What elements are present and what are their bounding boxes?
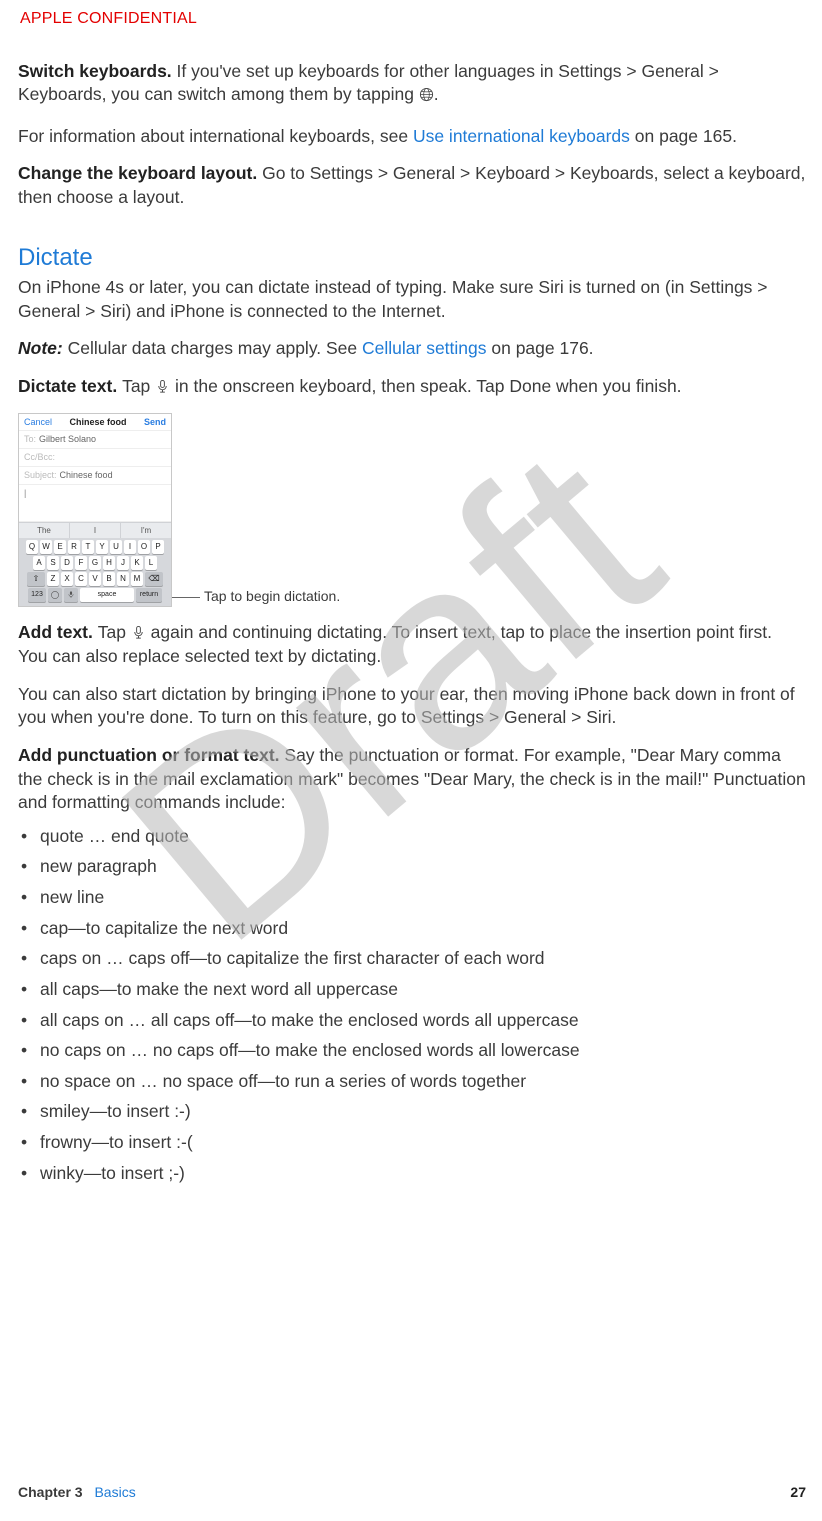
to-value: Gilbert Solano: [39, 434, 96, 444]
body-text: For information about international keyb…: [18, 126, 413, 146]
body-text: on page 165.: [630, 126, 737, 146]
key: L: [145, 556, 157, 570]
callout-text: Tap to begin dictation.: [204, 587, 340, 606]
text-cursor: |: [24, 488, 26, 498]
key: O: [138, 540, 150, 554]
bold-lead: Dictate text.: [18, 376, 122, 396]
key: M: [131, 572, 143, 586]
key: C: [75, 572, 87, 586]
paragraph-add-text: Add text. Tap again and continuing dicta…: [18, 621, 806, 668]
list-item: smiley—to insert :-): [18, 1100, 806, 1124]
body-text: .: [434, 84, 439, 104]
bold-lead: Change the keyboard layout.: [18, 163, 262, 183]
list-item: all caps on … all caps off—to make the e…: [18, 1009, 806, 1033]
list-item: cap—to capitalize the next word: [18, 917, 806, 941]
section-heading-dictate: Dictate: [18, 242, 806, 274]
paragraph-intl-keyboards: For information about international keyb…: [18, 125, 806, 149]
body-text: in the onscreen keyboard, then speak. Ta…: [170, 376, 681, 396]
list-item: quote … end quote: [18, 825, 806, 849]
globe-key: [48, 588, 62, 602]
suggestion: I'm: [121, 523, 171, 539]
paragraph-change-layout: Change the keyboard layout. Go to Settin…: [18, 162, 806, 209]
note-label: Note:: [18, 338, 68, 358]
list-item: no space on … no space off—to run a seri…: [18, 1070, 806, 1094]
body-text: Cellular data charges may apply. See: [68, 338, 362, 358]
list-item: all caps—to make the next word all upper…: [18, 978, 806, 1002]
key: Q: [26, 540, 38, 554]
iphone-screenshot: Cancel Chinese food Send To:Gilbert Sola…: [18, 413, 172, 608]
chapter-title: Basics: [94, 1484, 135, 1500]
numeric-key: 123: [28, 588, 46, 602]
paragraph-punctuation: Add punctuation or format text. Say the …: [18, 744, 806, 815]
link-international-keyboards[interactable]: Use international keyboards: [413, 126, 630, 146]
shot-cancel: Cancel: [24, 417, 52, 428]
key: S: [47, 556, 59, 570]
globe-icon: [419, 85, 434, 100]
cc-label: Cc/Bcc:: [24, 452, 55, 462]
paragraph-dictate-text: Dictate text. Tap in the onscreen keyboa…: [18, 375, 806, 399]
bold-lead: Add punctuation or format text.: [18, 745, 284, 765]
mic-icon: [131, 623, 146, 638]
bold-lead: Switch keyboards.: [18, 61, 177, 81]
list-item: new paragraph: [18, 855, 806, 879]
link-cellular-settings[interactable]: Cellular settings: [362, 338, 487, 358]
key: T: [82, 540, 94, 554]
return-key: return: [136, 588, 162, 602]
screenshot-figure: Cancel Chinese food Send To:Gilbert Sola…: [18, 413, 806, 608]
list-item: no caps on … no caps off—to make the enc…: [18, 1039, 806, 1063]
key: J: [117, 556, 129, 570]
shot-send: Send: [144, 417, 166, 428]
mic-key: [64, 588, 78, 602]
body-text: Tap: [98, 622, 131, 642]
key: E: [54, 540, 66, 554]
delete-key: ⌫: [145, 572, 163, 586]
space-key: space: [80, 588, 134, 602]
list-item: new line: [18, 886, 806, 910]
page-footer: Chapter 3 Basics 27: [18, 1483, 806, 1502]
subject-value: Chinese food: [60, 470, 113, 480]
list-item: winky—to insert ;-): [18, 1162, 806, 1186]
callout-leader-line: [172, 597, 200, 598]
key: K: [131, 556, 143, 570]
key: G: [89, 556, 101, 570]
subject-label: Subject:: [24, 470, 57, 480]
key: V: [89, 572, 101, 586]
list-item: frowny—to insert :-(: [18, 1131, 806, 1155]
key: N: [117, 572, 129, 586]
shift-key: ⇧: [27, 572, 45, 586]
key: W: [40, 540, 52, 554]
key: F: [75, 556, 87, 570]
paragraph-ear-dictation: You can also start dictation by bringing…: [18, 683, 806, 730]
suggestion: The: [19, 523, 70, 539]
paragraph-note: Note: Cellular data charges may apply. S…: [18, 337, 806, 361]
bold-lead: Add text.: [18, 622, 98, 642]
page-number: 27: [790, 1483, 806, 1502]
shot-title: Chinese food: [69, 417, 126, 428]
key: I: [124, 540, 136, 554]
key: U: [110, 540, 122, 554]
key: H: [103, 556, 115, 570]
paragraph-switch-keyboards: Switch keyboards. If you've set up keybo…: [18, 60, 806, 107]
key: P: [152, 540, 164, 554]
key: B: [103, 572, 115, 586]
body-text: on page 176.: [487, 338, 594, 358]
key: A: [33, 556, 45, 570]
to-label: To:: [24, 434, 36, 444]
commands-list: quote … end quote new paragraph new line…: [18, 825, 806, 1186]
onscreen-keyboard: Q W E R T Y U I O P A S D F G H: [19, 538, 171, 606]
key: R: [68, 540, 80, 554]
key: Y: [96, 540, 108, 554]
key: D: [61, 556, 73, 570]
mic-icon: [155, 377, 170, 392]
key: X: [61, 572, 73, 586]
chapter-label: Chapter 3: [18, 1484, 83, 1500]
confidential-header: APPLE CONFIDENTIAL: [20, 8, 806, 30]
body-text: Tap: [122, 376, 155, 396]
suggestion: I: [70, 523, 121, 539]
list-item: caps on … caps off—to capitalize the fir…: [18, 947, 806, 971]
paragraph-dictate-intro: On iPhone 4s or later, you can dictate i…: [18, 276, 806, 323]
key: Z: [47, 572, 59, 586]
